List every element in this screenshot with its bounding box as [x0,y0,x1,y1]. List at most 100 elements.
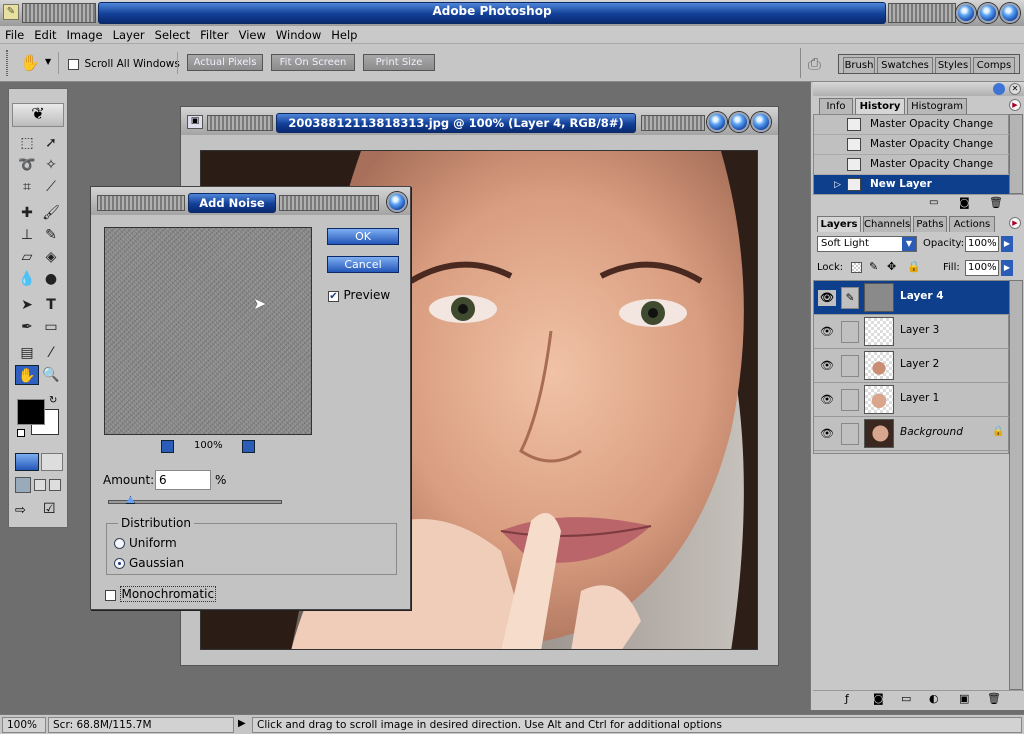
hand-icon[interactable]: ✋ [20,53,40,72]
paint-bucket-icon[interactable]: ◈ [41,247,61,267]
brush-icon[interactable]: 🖌 [41,203,61,223]
tab-paths[interactable]: Paths [913,216,947,232]
tab-info[interactable]: Info [819,98,853,114]
trash-icon[interactable]: 🗑 [989,196,1003,209]
menu-window[interactable]: Window [271,26,326,42]
document-minimize-button[interactable] [707,112,727,132]
lock-all-icon[interactable]: 🔒 [907,260,921,273]
blend-mode-select[interactable]: Soft Light ▼ [817,236,917,252]
layer-mask-icon[interactable]: ◙ [873,692,884,705]
quick-mask-button[interactable] [41,453,63,471]
layer-link-slot[interactable] [841,423,859,445]
menu-layer[interactable]: Layer [108,26,150,42]
lock-paint-icon[interactable]: ✎ [869,260,878,273]
layer-link-slot[interactable] [841,389,859,411]
scroll-all-windows-checkbox[interactable]: Scroll All Windows [68,57,180,70]
layer-row[interactable]: 👁 Layer 1 [814,383,1009,417]
type-icon[interactable]: T [41,295,61,315]
print-size-button[interactable]: Print Size [363,54,435,71]
minimize-button[interactable] [956,3,976,23]
checkbox-box[interactable] [105,589,116,601]
checkbox-checked-icon[interactable]: ✔ [328,290,339,302]
swap-colors-icon[interactable]: ↻ [49,395,57,406]
menu-edit[interactable]: Edit [29,26,61,42]
history-item[interactable]: Master Opacity Change [814,115,1009,135]
options-bar-grip[interactable] [6,50,8,76]
brush-icon[interactable]: ✎ [841,287,859,309]
dialog-close-button[interactable] [387,192,407,212]
dialog-title-bar[interactable]: Add Noise [91,187,410,215]
opacity-arrow-icon[interactable]: ▶ [1001,236,1013,252]
tab-history[interactable]: History [855,98,905,114]
zoom-out-button[interactable] [161,440,174,453]
eye-icon[interactable]: 👁 [818,290,836,306]
checkbox-box[interactable] [68,58,79,70]
eye-icon[interactable]: 👁 [818,324,836,340]
magic-wand-icon[interactable]: ✧ [41,155,61,175]
tab-actions[interactable]: Actions [949,216,995,232]
new-document-icon[interactable]: ▭ [929,197,938,208]
clone-stamp-icon[interactable]: ⊥ [17,225,37,245]
jump-to-imageready-icon[interactable]: ⇨ [15,503,39,519]
actual-pixels-button[interactable]: Actual Pixels [187,54,263,71]
cancel-button[interactable]: Cancel [327,256,399,273]
layer-row-selected[interactable]: 👁 ✎ Layer 4 [814,281,1009,315]
palette-well-tab-brush[interactable]: Brush [843,57,875,73]
palette-well-tab-swatches[interactable]: Swatches [877,57,933,73]
preview-checkbox[interactable]: ✔ Preview [328,288,390,302]
layer-link-slot[interactable] [841,321,859,343]
lock-move-icon[interactable]: ✥ [887,260,896,273]
zoom-icon[interactable]: 🔍 [41,365,61,385]
status-menu-arrow-icon[interactable]: ▶ [238,718,246,729]
document-maximize-button[interactable] [729,112,749,132]
layer-link-slot[interactable] [841,355,859,377]
palette-well-tab-styles[interactable]: Styles [935,57,971,73]
notes-icon[interactable]: ▤ [17,343,37,363]
layer-row[interactable]: 👁 Layer 2 [814,349,1009,383]
new-group-icon[interactable]: ▭ [901,692,911,705]
layer-row[interactable]: 👁 Layer 3 [814,315,1009,349]
palette-close-button[interactable]: ✕ [1009,83,1021,95]
screen-mode-full-menu-button[interactable] [34,479,46,491]
gaussian-label[interactable]: Gaussian [129,556,184,570]
marquee-icon[interactable]: ⬚ [17,133,37,153]
new-layer-icon[interactable]: ▣ [959,692,969,705]
move-icon[interactable]: ➚ [41,133,61,153]
standard-mode-button[interactable] [15,453,39,471]
menu-file[interactable]: File [0,26,29,42]
amount-input[interactable] [155,470,211,490]
palette-header[interactable]: ✕ [813,82,1024,96]
document-title-bar[interactable]: ▣ 20038812113818313.jpg @ 100% (Layer 4,… [181,107,778,135]
menu-view[interactable]: View [234,26,271,42]
fit-on-screen-button[interactable]: Fit On Screen [271,54,355,71]
screen-mode-full-button[interactable] [49,479,61,491]
pen-icon[interactable]: ✒ [17,317,37,337]
palette-menu-icon[interactable]: ▶ [1009,99,1021,111]
eyedropper-icon[interactable]: ⁄ [41,343,61,363]
dodge-icon[interactable]: ● [41,269,61,289]
photoshop-feather-icon[interactable]: ✎ [3,4,19,20]
tab-histogram[interactable]: Histogram [907,98,967,114]
opacity-input[interactable]: 100% [965,236,999,252]
lock-transparency-icon[interactable] [851,262,862,273]
history-item-selected[interactable]: ▷ New Layer [814,175,1009,195]
chevron-down-icon[interactable]: ▼ [902,237,916,251]
snapshot-icon[interactable]: ◙ [959,196,970,209]
file-browser-icon[interactable]: ⎙ [808,54,821,74]
fill-arrow-icon[interactable]: ▶ [1001,260,1013,276]
layers-scrollbar[interactable] [1009,280,1023,690]
rectangle-shape-icon[interactable]: ▭ [41,317,61,337]
document-close-button[interactable] [751,112,771,132]
menu-image[interactable]: Image [62,26,108,42]
menu-filter[interactable]: Filter [195,26,233,42]
eye-icon[interactable]: 👁 [818,358,836,374]
adjustment-layer-icon[interactable]: ◐ [929,692,939,705]
slice-icon[interactable]: ⟋ [41,177,61,197]
chevron-down-icon[interactable]: ▼ [45,57,51,66]
history-item[interactable]: Master Opacity Change [814,135,1009,155]
layer-row[interactable]: 👁 Background 🔒 [814,417,1009,451]
layer-style-icon[interactable]: ƒ [845,692,849,705]
fill-input[interactable]: 100% [965,260,999,276]
uniform-label[interactable]: Uniform [129,536,177,550]
path-selection-icon[interactable]: ➤ [17,295,37,315]
